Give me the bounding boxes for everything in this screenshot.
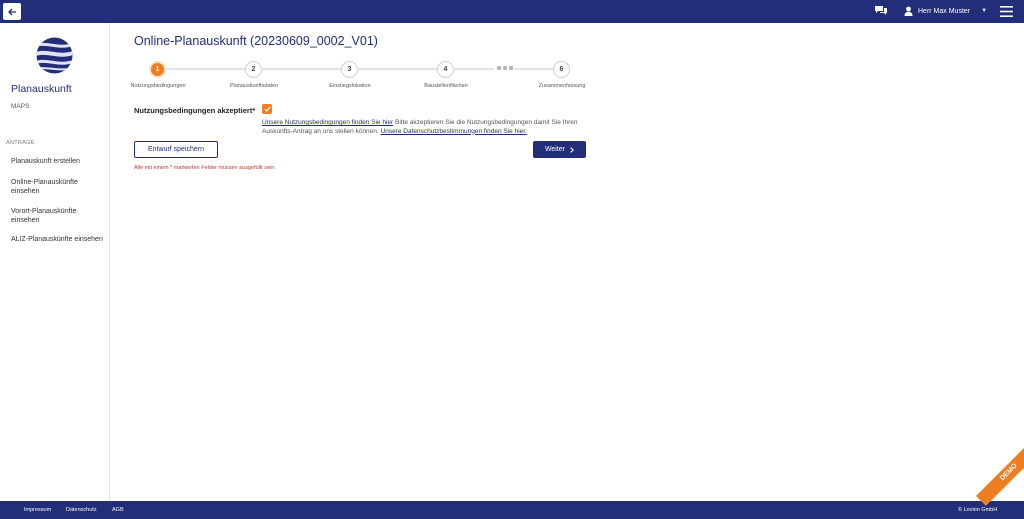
collapsed-steps-indicator (497, 66, 513, 70)
required-fields-note: Alle mit einem * markierten Felder müsse… (134, 165, 276, 171)
app-title: Planauskunft (11, 83, 72, 95)
footer: Impressum Datenschutz AGB © Lovion GmbH (0, 501, 1024, 519)
step-label: Planauskunftsdaten (229, 83, 279, 89)
save-draft-button[interactable]: Entwurf speichern (134, 141, 218, 158)
step-label: Zusammenfassung (538, 83, 586, 89)
step-label: Einstiegslokation (329, 83, 371, 89)
footer-link-agb[interactable]: AGB (112, 507, 124, 513)
step-2[interactable]: 2 (245, 61, 262, 78)
privacy-link[interactable]: Unsere Datenschutzbestimmungen finden Si… (381, 128, 527, 135)
save-draft-label: Entwurf speichern (147, 146, 205, 153)
top-bar: Herr Max Muster ▼ (0, 0, 1024, 23)
next-label: Weiter (544, 146, 566, 153)
sidebar-item-aliz-planauskuenfte[interactable]: ALIZ-Planauskünfte einsehen (11, 236, 103, 245)
footer-link-impressum[interactable]: Impressum (24, 507, 51, 513)
user-name: Herr Max Muster (918, 7, 971, 15)
copyright: © Lovion GmbH (958, 507, 998, 513)
sidebar-section-label: ANTRAGE (6, 140, 35, 146)
terms-info-text: Unsere Nutzungsbedingungen finden Sie hi… (262, 119, 592, 136)
step-6[interactable]: 6 (553, 61, 570, 78)
step-4[interactable]: 4 (437, 61, 454, 78)
stepper-connector (454, 68, 494, 70)
chevron-down-icon: ▼ (981, 8, 988, 14)
next-button[interactable]: Weiter (533, 141, 586, 158)
sidebar-item-vorort-planauskuenfte[interactable]: Vorort-Planauskünfte einsehen (11, 208, 103, 225)
sidebar: Planauskunft MAPS ANTRAGE Planauskunft e… (0, 23, 110, 501)
back-button[interactable] (3, 3, 21, 20)
checkmark-icon (263, 106, 271, 112)
sidebar-item-planauskunft-erstellen[interactable]: Planauskunft erstellen (11, 158, 103, 167)
terms-accepted-label: Nutzungsbedingungen akzeptiert* (134, 106, 256, 115)
stepper-connector (166, 68, 246, 70)
terms-link[interactable]: Unsere Nutzungsbedingungen finden Sie hi… (262, 119, 393, 126)
user-menu[interactable]: Herr Max Muster ▼ (904, 5, 987, 17)
step-3[interactable]: 3 (341, 61, 358, 78)
user-icon (904, 6, 913, 16)
chevron-right-icon (570, 146, 575, 153)
step-1[interactable]: 1 (149, 61, 166, 78)
terms-accepted-checkbox[interactable] (262, 104, 272, 114)
stepper-connector (262, 68, 342, 70)
stepper-connector (358, 68, 438, 70)
globe-logo-icon (36, 37, 73, 74)
step-label: Baustellenflächen (424, 83, 468, 89)
app-subtitle: MAPS (11, 103, 30, 110)
arrow-left-icon (7, 8, 16, 15)
chat-icon[interactable] (874, 5, 888, 17)
footer-link-datenschutz[interactable]: Datenschutz (66, 507, 97, 513)
sidebar-item-online-planauskuenfte[interactable]: Online-Planauskünfte einsehen (11, 179, 103, 196)
page-title: Online-Planauskunft (20230609_0002_V01) (134, 34, 378, 48)
stepper-connector (514, 68, 553, 70)
step-label: Nutzungsbedingungen (130, 83, 186, 89)
demo-ribbon: DEMO (976, 439, 1024, 506)
hamburger-menu-icon[interactable] (1000, 6, 1013, 17)
